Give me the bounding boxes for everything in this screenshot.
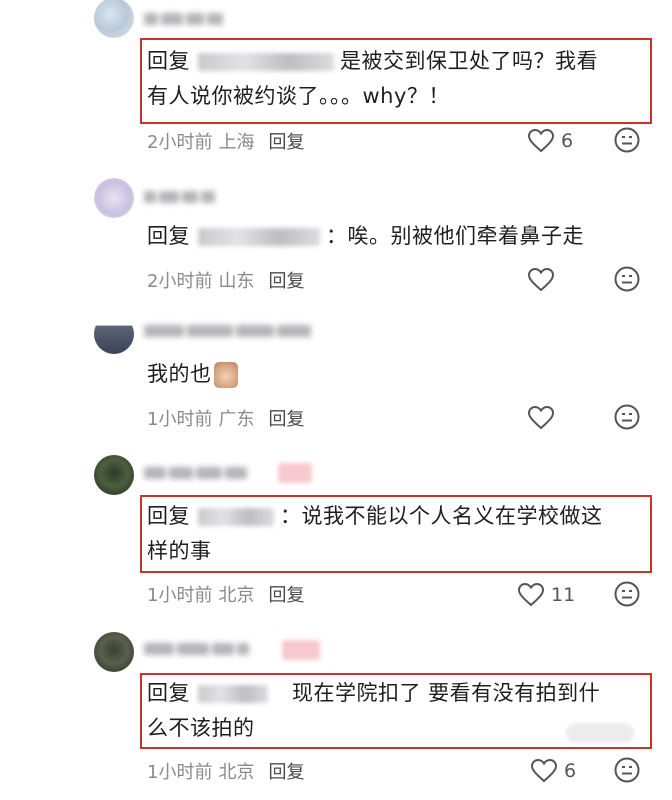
comment-text: 回复 是被交到保卫处了吗？我看 有人说你被约谈了。。。why？！ — [147, 44, 642, 114]
comment-meta: 1小时前 北京 回复 — [147, 759, 304, 783]
comment-meta: 1小时前 北京 回复 — [147, 582, 304, 606]
location: 北京 — [218, 585, 255, 606]
comment-line: 有人说你被约谈了。。。why？！ — [147, 84, 450, 108]
location: 上海 — [218, 132, 255, 153]
meh-face-icon — [614, 757, 640, 783]
user-badge — [278, 463, 312, 483]
dislike-button[interactable] — [613, 265, 641, 297]
comment-text: 回复 ：说我不能以个人名义在学校做这 样的事 — [147, 499, 642, 569]
reply-keyword: 回复 — [147, 224, 190, 248]
timestamp: 2小时前 — [147, 132, 213, 153]
sticker-emoji — [213, 362, 238, 388]
heart-icon — [527, 405, 555, 430]
dislike-button[interactable] — [613, 756, 641, 788]
comment-text: 回复 ：唉。别被他们牵着鼻子走 — [147, 219, 642, 254]
comment-actions — [527, 265, 640, 295]
meh-face-icon — [614, 127, 640, 153]
avatar[interactable] — [94, 314, 134, 354]
reply-button[interactable]: 回复 — [268, 405, 304, 431]
comment-line: ：说我不能以个人名义在学校做这 — [280, 504, 603, 528]
comment-actions: 6 — [530, 756, 640, 786]
like-count: 6 — [564, 760, 577, 782]
timestamp: 1小时前 — [147, 409, 213, 430]
mention-blurred[interactable] — [198, 228, 320, 246]
location: 山东 — [218, 271, 255, 292]
comment-meta: 2小时前 上海 回复 — [147, 129, 304, 153]
avatar[interactable] — [94, 0, 134, 38]
location: 广东 — [218, 409, 255, 430]
user-badge — [282, 640, 320, 660]
dislike-button[interactable] — [613, 403, 641, 435]
comment-line: ：唉。别被他们牵着鼻子走 — [326, 224, 584, 248]
meh-face-icon — [614, 404, 640, 430]
avatar[interactable] — [94, 632, 134, 672]
dislike-button[interactable] — [613, 126, 641, 158]
dislike-button[interactable] — [613, 580, 641, 612]
heart-icon — [517, 582, 545, 607]
comment-line: 我的也 — [147, 362, 212, 386]
reply-button[interactable]: 回复 — [268, 267, 304, 293]
avatar[interactable] — [94, 455, 134, 495]
comment-line: 是被交到保卫处了吗？我看 — [340, 49, 598, 73]
mention-blurred[interactable] — [198, 685, 268, 703]
comment-actions — [527, 403, 640, 433]
comment-line: 样的事 — [147, 539, 212, 563]
comment-actions: 11 — [517, 580, 640, 610]
reply-button[interactable]: 回复 — [268, 758, 304, 784]
username-blurred[interactable] — [144, 8, 223, 30]
heart-icon — [530, 758, 558, 783]
meh-face-icon — [614, 266, 640, 292]
username-blurred[interactable] — [144, 320, 311, 342]
comment-meta: 1小时前 广东 回复 — [147, 406, 304, 430]
comment-text: 我的也 — [147, 357, 642, 392]
like-button[interactable]: 6 — [530, 758, 576, 784]
username-blurred[interactable] — [144, 462, 247, 484]
meh-face-icon — [614, 581, 640, 607]
like-button[interactable] — [527, 267, 555, 293]
avatar[interactable] — [94, 178, 134, 218]
reply-keyword: 回复 — [147, 49, 190, 73]
timestamp: 2小时前 — [147, 271, 213, 292]
timestamp: 1小时前 — [147, 762, 213, 783]
reply-button[interactable]: 回复 — [268, 581, 304, 607]
like-button[interactable]: 6 — [527, 128, 573, 154]
like-button[interactable] — [527, 405, 555, 431]
comment-meta: 2小时前 山东 回复 — [147, 268, 304, 292]
heart-icon — [527, 267, 555, 292]
location: 北京 — [218, 762, 255, 783]
username-blurred[interactable] — [144, 638, 249, 660]
mention-blurred[interactable] — [198, 53, 334, 71]
username-blurred[interactable] — [144, 186, 215, 208]
reply-keyword: 回复 — [147, 504, 190, 528]
heart-icon — [527, 128, 555, 153]
reply-button[interactable]: 回复 — [268, 128, 304, 154]
reply-keyword: 回复 — [147, 681, 190, 705]
timestamp: 1小时前 — [147, 585, 213, 606]
comment-line: 现在学院扣了 要看有没有拍到什 — [292, 681, 601, 705]
mention-blurred[interactable] — [198, 508, 274, 526]
like-count: 6 — [561, 130, 574, 152]
like-count: 11 — [551, 584, 576, 606]
comment-actions: 6 — [527, 126, 640, 156]
like-button[interactable]: 11 — [517, 582, 575, 608]
overlay-pill — [566, 723, 634, 743]
